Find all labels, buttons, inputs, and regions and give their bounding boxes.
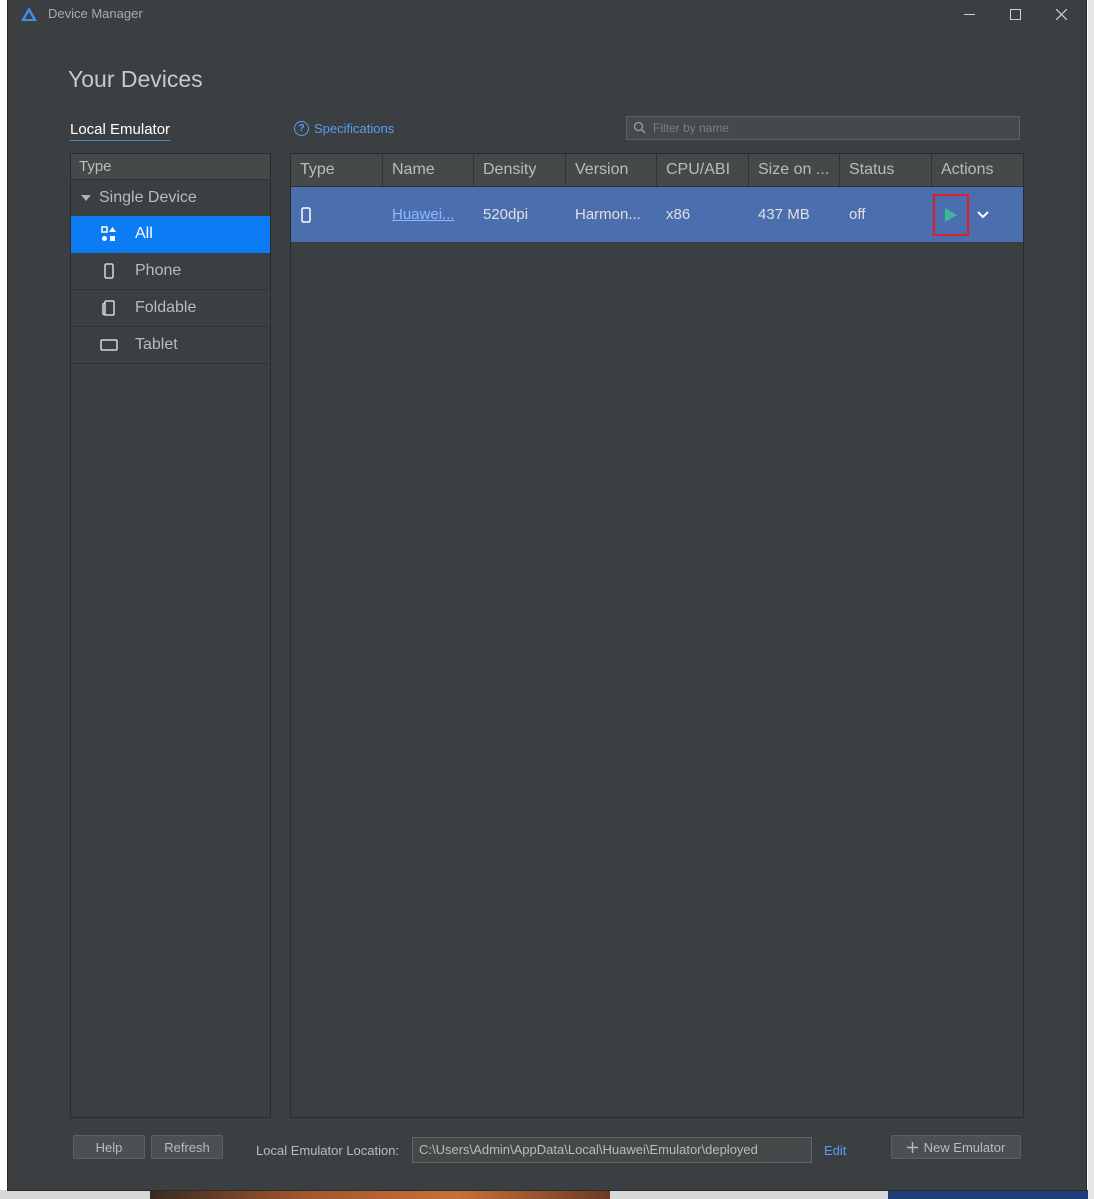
sidebar-item-phone[interactable]: Phone — [71, 253, 270, 290]
page-title: Your Devices — [68, 66, 203, 92]
plus-icon — [906, 1141, 918, 1153]
column-header-name[interactable]: Name — [383, 154, 474, 186]
column-header-density[interactable]: Density — [474, 154, 566, 186]
desktop-background-panel — [888, 1190, 1094, 1199]
tablet-icon — [99, 338, 119, 352]
sidebar-item-label: Phone — [135, 262, 182, 279]
close-button[interactable] — [1038, 0, 1084, 28]
refresh-button[interactable]: Refresh — [151, 1135, 223, 1159]
maximize-button[interactable] — [992, 0, 1038, 28]
column-header-status[interactable]: Status — [840, 154, 932, 186]
sidebar-header: Type — [71, 154, 270, 180]
sidebar-item-label: Tablet — [135, 336, 178, 353]
device-name-link[interactable]: Huawei... — [383, 187, 474, 242]
sidebar-item-tablet[interactable]: Tablet — [71, 327, 270, 364]
help-circle-icon: ? — [294, 121, 309, 136]
sidebar-item-label: Foldable — [135, 299, 197, 316]
sidebar-item-foldable[interactable]: Foldable — [71, 290, 270, 327]
location-label: Local Emulator Location: — [256, 1143, 400, 1158]
grid-icon — [99, 226, 119, 242]
device-density: 520dpi — [483, 206, 529, 223]
column-header-cpu[interactable]: CPU/ABI — [657, 154, 749, 186]
device-status: off — [849, 206, 866, 223]
location-field[interactable]: C:\Users\Admin\AppData\Local\Huawei\Emul… — [412, 1137, 812, 1163]
device-manager-window: Device Manager Your Devices Local Emulat… — [8, 0, 1086, 1190]
desktop-background-image — [150, 1190, 610, 1199]
expand-triangle-icon[interactable] — [81, 195, 91, 201]
device-table: Type Name Density Version CPU/ABI Size o… — [290, 153, 1024, 1118]
sidebar-group-label: Single Device — [99, 189, 197, 206]
chevron-down-icon[interactable] — [977, 210, 989, 220]
play-icon — [945, 207, 957, 222]
minimize-icon — [963, 13, 975, 15]
sidebar-item-label: All — [135, 225, 153, 242]
column-header-type[interactable]: Type — [291, 154, 383, 186]
column-header-version[interactable]: Version — [566, 154, 657, 186]
filter-input[interactable] — [651, 120, 995, 136]
sidebar-item-all[interactable]: All — [71, 216, 270, 253]
run-button[interactable] — [933, 193, 969, 236]
edit-link[interactable]: Edit — [824, 1143, 846, 1158]
help-button[interactable]: Help — [73, 1135, 145, 1159]
device-size: 437 MB — [758, 206, 810, 223]
minimize-button[interactable] — [946, 0, 992, 28]
sidebar-group-single-device[interactable]: Single Device — [71, 180, 270, 216]
device-version: Harmon... — [575, 206, 641, 223]
table-row[interactable]: Huawei... 520dpi Harmon... x86 437 MB of… — [291, 187, 1023, 242]
specifications-label: Specifications — [314, 121, 395, 136]
new-emulator-button[interactable]: New Emulator — [891, 1135, 1021, 1159]
title-bar[interactable]: Device Manager — [8, 0, 1086, 28]
device-cpu: x86 — [666, 206, 691, 223]
window-title: Device Manager — [48, 6, 143, 21]
type-sidebar: Type Single Device All Phone Foldable Ta… — [70, 153, 271, 1118]
specifications-link[interactable]: ? Specifications — [294, 121, 394, 136]
table-header: Type Name Density Version CPU/ABI Size o… — [291, 154, 1023, 187]
phone-icon — [99, 263, 119, 279]
column-header-actions: Actions — [941, 161, 994, 178]
search-icon — [633, 121, 646, 134]
phone-icon — [301, 207, 311, 223]
filter-box[interactable] — [626, 116, 1020, 140]
desktop-background-edge — [1088, 0, 1094, 1199]
tab-local-emulator[interactable]: Local Emulator — [70, 121, 171, 141]
new-emulator-label: New Emulator — [923, 1139, 1006, 1155]
column-header-size[interactable]: Size on ... — [749, 154, 840, 186]
app-logo-icon — [21, 7, 37, 21]
device-type-cell — [291, 187, 383, 242]
foldable-icon — [99, 300, 119, 316]
maximize-icon — [1009, 8, 1021, 20]
device-actions — [932, 187, 1023, 242]
close-icon — [1055, 8, 1067, 20]
